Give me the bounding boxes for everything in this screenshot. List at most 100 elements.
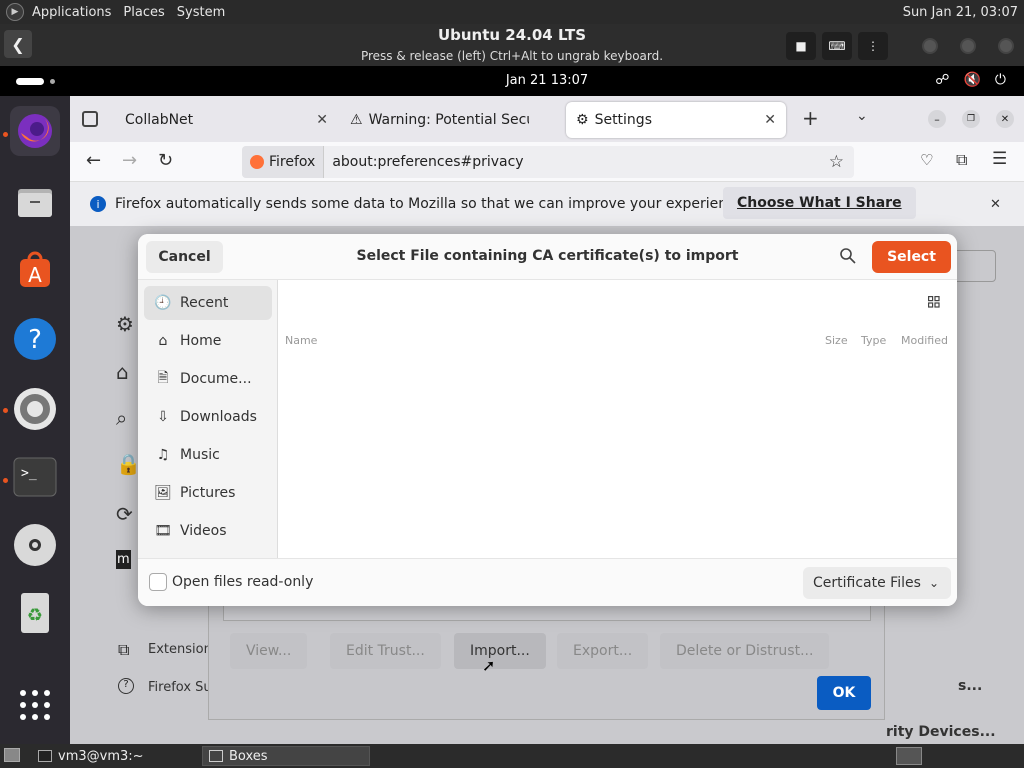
show-apps-grid-icon[interactable] xyxy=(10,680,60,730)
forward-icon[interactable]: → xyxy=(122,150,137,171)
terminal-icon[interactable]: >_ xyxy=(10,452,60,502)
help-icon[interactable]: ? xyxy=(10,314,60,364)
more-from-mozilla-icon[interactable]: m xyxy=(116,550,131,569)
read-only-label[interactable]: Open files read-only xyxy=(172,574,313,590)
extensions-puzzle-icon[interactable]: ⧉ xyxy=(118,640,129,660)
place-downloads[interactable]: ⇩ Downloads xyxy=(144,400,272,434)
host-clock[interactable]: Sun Jan 21, 03:07 xyxy=(903,5,1024,20)
tab-strip: CollabNet ✕ ⚠ Warning: Potential Securi … xyxy=(70,96,1024,142)
bookmark-star-icon[interactable]: ☆ xyxy=(829,152,844,172)
modified-column-header[interactable]: Modified xyxy=(901,334,948,347)
maximize-icon[interactable]: ❐ xyxy=(962,110,980,128)
view-button[interactable]: View... xyxy=(230,633,308,669)
reload-icon[interactable]: ↻ xyxy=(158,150,173,171)
identity-box[interactable]: Firefox xyxy=(242,146,325,178)
home-icon[interactable]: ⌂ xyxy=(116,360,129,384)
close-notice-icon[interactable]: ✕ xyxy=(990,197,1001,212)
grid-view-icon[interactable] xyxy=(928,296,940,312)
disc-icon[interactable] xyxy=(10,520,60,570)
delete-or-distrust-button[interactable]: Delete or Distrust... xyxy=(660,633,830,669)
menu-kebab-icon[interactable]: ⋮ xyxy=(858,32,888,60)
minimize-window-icon[interactable] xyxy=(922,38,938,54)
places-sidebar: 🕘 Recent ⌂ Home 🗎 Docume... ⇩ Downloads … xyxy=(138,280,278,558)
firefox-support-link[interactable]: Firefox Su xyxy=(148,680,212,695)
system-tray[interactable]: ☍ 🔇 ⏻ xyxy=(935,72,1006,88)
general-gear-icon[interactable]: ⚙ xyxy=(116,312,134,336)
search-icon[interactable]: ⌕ xyxy=(116,406,127,430)
security-devices-link[interactable]: rity Devices... xyxy=(886,724,996,740)
stop-icon[interactable]: ■ xyxy=(786,32,816,60)
clock-icon: 🕘 xyxy=(154,295,172,311)
maximize-window-icon[interactable] xyxy=(960,38,976,54)
type-column-header[interactable]: Type xyxy=(861,334,886,347)
show-desktop-icon[interactable] xyxy=(4,748,20,762)
gnome-foot-icon[interactable]: ▶ xyxy=(6,3,24,21)
name-column-header[interactable]: Name xyxy=(285,334,317,347)
firefox-logo-icon xyxy=(250,155,264,169)
pocket-icon[interactable]: ♡ xyxy=(920,151,933,169)
extensions-icon[interactable]: ⧉ xyxy=(956,150,967,170)
minimize-icon[interactable]: – xyxy=(928,110,946,128)
place-documents[interactable]: 🗎 Docume... xyxy=(144,362,272,396)
import-button[interactable]: Import... xyxy=(454,633,546,669)
list-tabs-chevron-icon[interactable]: ⌄ xyxy=(856,108,868,124)
applications-menu[interactable]: Applications xyxy=(26,5,117,20)
select-button[interactable]: Select xyxy=(872,241,951,273)
new-tab-icon[interactable]: + xyxy=(802,106,819,130)
file-filter-dropdown[interactable]: Certificate Files ⌄ xyxy=(803,567,951,599)
read-only-checkbox[interactable] xyxy=(149,573,167,591)
trash-icon[interactable]: ♻ xyxy=(10,588,60,638)
task-terminal[interactable]: vm3@vm3:~ xyxy=(32,746,200,766)
tab-settings[interactable]: ⚙ Settings ✕ xyxy=(566,102,786,138)
places-menu[interactable]: Places xyxy=(117,5,170,20)
tab-label: CollabNet xyxy=(125,112,194,128)
dialog-title: Select File containing CA certificate(s)… xyxy=(356,248,739,264)
place-home[interactable]: ⌂ Home xyxy=(144,324,272,358)
firefox-icon[interactable] xyxy=(10,106,60,156)
hamburger-menu-icon[interactable]: ☰ xyxy=(992,149,1007,169)
boxes-app-icon xyxy=(209,750,223,762)
task-boxes[interactable]: Boxes xyxy=(202,746,370,766)
files-icon[interactable] xyxy=(10,178,60,228)
svg-text:>_: >_ xyxy=(21,466,37,481)
ok-button[interactable]: OK xyxy=(817,676,871,710)
sync-icon[interactable]: ⟳ xyxy=(116,502,133,526)
place-videos[interactable]: 🎞 Videos xyxy=(144,514,272,548)
keyboard-icon[interactable]: ⌨ xyxy=(822,32,852,60)
system-menu[interactable]: System xyxy=(171,5,231,20)
file-list[interactable]: Name Size Type Modified xyxy=(278,280,957,558)
place-pictures[interactable]: 🖼 Pictures xyxy=(144,476,272,510)
url-text[interactable]: about:preferences#privacy xyxy=(324,154,523,170)
workspace-switcher-icon[interactable] xyxy=(896,747,922,765)
search-icon[interactable] xyxy=(839,247,859,267)
url-bar[interactable]: Firefox about:preferences#privacy ☆ xyxy=(242,146,854,178)
export-button[interactable]: Export... xyxy=(557,633,649,669)
settings-icon[interactable] xyxy=(10,384,60,434)
running-indicator xyxy=(3,132,8,137)
place-label: Docume... xyxy=(180,371,252,387)
close-tab-icon[interactable]: ✕ xyxy=(764,112,776,128)
tab-overview-icon[interactable] xyxy=(82,111,98,127)
place-recent[interactable]: 🕘 Recent xyxy=(144,286,272,320)
back-icon[interactable]: ← xyxy=(86,150,101,171)
edit-trust-button[interactable]: Edit Trust... xyxy=(330,633,441,669)
place-label: Videos xyxy=(180,523,227,539)
app-center-icon[interactable]: A xyxy=(10,246,60,296)
download-icon: ⇩ xyxy=(157,409,169,425)
size-column-header[interactable]: Size xyxy=(825,334,848,347)
svg-text:?: ? xyxy=(28,325,42,355)
tab-collabnet[interactable]: CollabNet ✕ xyxy=(110,102,338,138)
guest-clock[interactable]: Jan 21 13:07 xyxy=(0,73,1024,88)
help-circle-icon[interactable]: ? xyxy=(118,678,134,694)
choose-what-i-share-button[interactable]: Choose What I Share xyxy=(723,187,916,219)
place-music[interactable]: ♫ Music xyxy=(144,438,272,472)
host-taskbar: vm3@vm3:~ Boxes xyxy=(0,744,1024,768)
tab-warning[interactable]: ⚠ Warning: Potential Securi xyxy=(340,102,564,138)
extensions-link[interactable]: Extension xyxy=(148,642,212,657)
close-icon[interactable]: ✕ xyxy=(996,110,1014,128)
music-icon: ♫ xyxy=(156,447,170,463)
view-certificates-link[interactable]: s... xyxy=(958,678,982,694)
navigation-bar: ← → ↻ Firefox about:preferences#privacy … xyxy=(70,142,1024,182)
close-tab-icon[interactable]: ✕ xyxy=(316,112,328,128)
close-window-icon[interactable] xyxy=(998,38,1014,54)
